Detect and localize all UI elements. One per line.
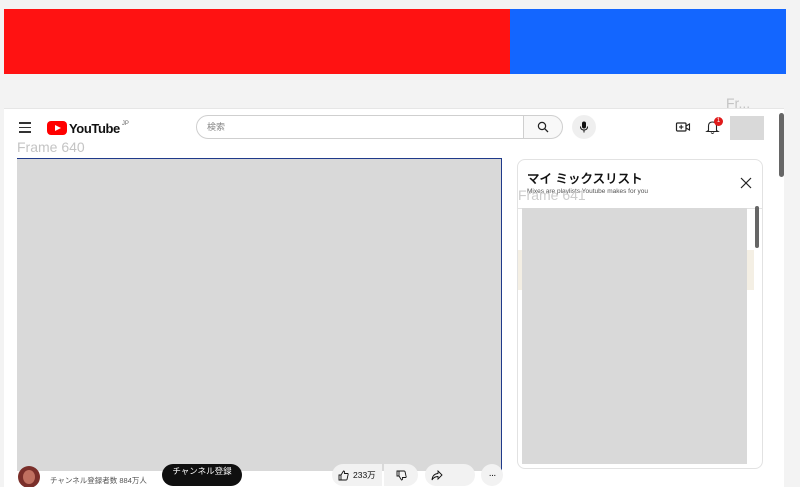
thumbs-down-icon <box>396 470 407 480</box>
thumbs-up-icon <box>338 470 349 480</box>
mix-playlist-panel: マイ ミックスリスト Mixes are playlists Youtube m… <box>517 159 763 469</box>
share-button[interactable] <box>425 464 475 486</box>
search-icon <box>537 121 549 133</box>
page-scrollbar[interactable] <box>779 113 784 177</box>
channel-subscriber-count: チャンネル登録者数 884万人 <box>50 476 147 485</box>
frame-label-641: Frame 641 <box>518 187 586 203</box>
logo-region: JP <box>121 120 129 127</box>
youtube-logo[interactable]: YouTube JP <box>47 120 129 136</box>
channel-avatar[interactable] <box>18 466 40 487</box>
canvas: Fr... YouTube JP 検索 1 Frame 640 チャンネル登録者… <box>0 0 800 487</box>
logo-text: YouTube <box>69 120 120 136</box>
search-button[interactable] <box>523 115 563 139</box>
frame-label-640: Frame 640 <box>17 139 85 155</box>
like-count: 233万 <box>353 470 376 480</box>
notifications-button[interactable]: 1 <box>704 117 723 136</box>
mix-panel-title: マイ ミックスリスト <box>527 172 643 186</box>
youtube-play-icon <box>47 121 67 135</box>
share-icon <box>431 469 443 480</box>
create-button[interactable] <box>675 119 691 135</box>
create-video-icon <box>675 122 691 132</box>
search-input[interactable] <box>196 115 524 139</box>
mix-panel-scrollbar[interactable] <box>755 206 759 248</box>
video-player[interactable] <box>17 159 501 471</box>
microphone-icon <box>580 121 588 133</box>
voice-search-button[interactable] <box>572 115 596 139</box>
blue-banner <box>510 9 786 74</box>
menu-icon[interactable] <box>19 122 31 133</box>
notification-badge: 1 <box>714 117 723 126</box>
account-avatar[interactable] <box>730 116 764 140</box>
dislike-button[interactable] <box>384 464 418 486</box>
close-icon[interactable] <box>739 175 753 189</box>
youtube-app-frame: YouTube JP 検索 1 Frame 640 チャンネル登録者数 884万… <box>4 108 784 487</box>
more-icon[interactable]: ··· <box>481 464 503 486</box>
red-banner <box>4 9 510 74</box>
subscribe-button[interactable]: チャンネル登録 <box>162 464 242 486</box>
mix-playlist-content[interactable] <box>522 208 747 464</box>
like-button[interactable]: 233万 <box>332 464 382 486</box>
